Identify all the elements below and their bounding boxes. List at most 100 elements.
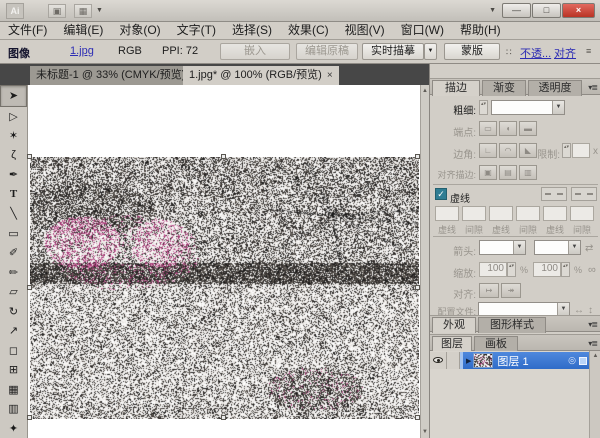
layer-selection-square[interactable]: [579, 357, 587, 365]
menu-file[interactable]: 文件(F): [0, 22, 55, 39]
tab-layers[interactable]: 图层: [432, 336, 472, 352]
magic-wand-tool-icon[interactable]: ✶: [0, 126, 27, 146]
menu-type[interactable]: 文字(T): [169, 22, 224, 39]
eyedropper-tool-icon[interactable]: ✦: [0, 419, 27, 438]
weight-spinner[interactable]: ▴▾: [479, 100, 488, 115]
cap-round-button: ◖: [499, 121, 517, 136]
shape-builder-tool-icon[interactable]: ⊞: [0, 360, 27, 380]
scale-tool-icon[interactable]: ↗: [0, 321, 27, 341]
mask-button[interactable]: 蒙版: [444, 43, 500, 60]
layer-row-selected[interactable]: ▶ 图层 1 ◎: [460, 352, 589, 369]
dashed-line-checkbox[interactable]: ✓: [435, 188, 447, 200]
scroll-down-icon[interactable]: ▼: [421, 427, 429, 437]
live-trace-dropdown-icon[interactable]: ▼: [424, 43, 437, 60]
selection-handle[interactable]: [221, 154, 226, 159]
align-link[interactable]: 对齐: [554, 45, 576, 61]
menu-window[interactable]: 窗口(W): [393, 22, 452, 39]
arrowhead-end-dropdown[interactable]: ▼: [534, 240, 581, 255]
visibility-cell[interactable]: [430, 352, 447, 369]
gap-field-3[interactable]: [570, 206, 594, 221]
selection-handle[interactable]: [27, 285, 32, 290]
rotate-tool-icon[interactable]: ↻: [0, 302, 27, 322]
tab-graphic-styles[interactable]: 图形样式: [478, 317, 546, 333]
eye-icon[interactable]: [433, 357, 443, 363]
menu-edit[interactable]: 编辑(E): [55, 22, 111, 39]
doc-tab-1jpg[interactable]: 1.jpg* @ 100% (RGB/预览)×: [183, 66, 339, 85]
minimize-button[interactable]: —: [502, 3, 531, 18]
type-tool-icon[interactable]: T: [0, 185, 27, 205]
pencil-tool-icon[interactable]: ✏: [0, 263, 27, 283]
menu-select[interactable]: 选择(S): [224, 22, 280, 39]
rectangle-tool-icon[interactable]: ▭: [0, 224, 27, 244]
paintbrush-tool-icon[interactable]: ✐: [0, 243, 27, 263]
bridge-icon[interactable]: ▣: [48, 4, 66, 18]
dash-field-2[interactable]: [489, 206, 513, 221]
scroll-up-icon[interactable]: ▲: [421, 86, 429, 96]
color-mode-label: RGB: [118, 45, 142, 57]
lasso-tool-icon[interactable]: ζ: [0, 146, 27, 166]
canvas-vertical-scrollbar[interactable]: ▲ ▼: [420, 85, 429, 438]
file-name-link[interactable]: 1.jpg: [70, 45, 94, 57]
arrowhead-start-dropdown-icon[interactable]: ▼: [513, 241, 525, 254]
selection-handle[interactable]: [221, 415, 226, 420]
line-tool-icon[interactable]: ╲: [0, 204, 27, 224]
gap-field-1[interactable]: [462, 206, 486, 221]
menu-object[interactable]: 对象(O): [111, 22, 168, 39]
arrowheads-label: 箭头:: [430, 243, 476, 258]
mesh-tool-icon[interactable]: ▦: [0, 380, 27, 400]
free-transform-tool-icon[interactable]: ◻: [0, 341, 27, 361]
selection-handle[interactable]: [27, 415, 32, 420]
control-panel-menu-icon[interactable]: ≡: [586, 46, 591, 56]
tab-gradient[interactable]: 渐变: [482, 80, 526, 96]
panel-menu-icon[interactable]: ▾≣: [588, 320, 597, 329]
menu-view[interactable]: 视图(V): [337, 22, 393, 39]
panel-menu-icon[interactable]: ▾≣: [588, 339, 597, 348]
restore-button[interactable]: □: [532, 3, 561, 18]
arrowhead-start-dropdown[interactable]: ▼: [479, 240, 526, 255]
dash-preserve-button: [541, 187, 567, 201]
doc-tab-untitled[interactable]: 未标题-1 @ 33% (CMYK/预览)×: [30, 66, 203, 85]
arrange-documents-chevron-icon[interactable]: ▼: [96, 7, 103, 14]
dash-field-1[interactable]: [435, 206, 459, 221]
tab-stroke[interactable]: 描边: [432, 80, 480, 96]
layers-scroll-up-icon[interactable]: ▲: [590, 353, 600, 359]
tab-appearance[interactable]: 外观: [432, 317, 476, 333]
menu-help[interactable]: 帮助(H): [452, 22, 509, 39]
arrowhead-end-dropdown-icon[interactable]: ▼: [568, 241, 580, 254]
pen-tool-icon[interactable]: ✒: [0, 165, 27, 185]
layer-target-icon[interactable]: ◎: [568, 355, 576, 366]
gradient-tool-icon[interactable]: ▥: [0, 399, 27, 419]
tools-panel: ➤ ▷ ✶ ζ ✒ T ╲ ▭ ✐ ✏ ▱ ↻ ↗ ◻ ⊞ ▦ ▥ ✦: [0, 85, 28, 438]
percent-sign: %: [574, 265, 582, 275]
tab-artboards[interactable]: 画板: [474, 336, 518, 352]
layer-name[interactable]: 图层 1: [497, 353, 568, 369]
arrow-scale-start-field[interactable]: 100: [479, 262, 507, 277]
opacity-link[interactable]: 不透...: [520, 45, 551, 61]
app-bar-chevron-icon[interactable]: ▼: [489, 7, 496, 14]
panel-menu-icon[interactable]: ▾≣: [588, 83, 597, 92]
weight-dropdown-icon[interactable]: ▼: [552, 101, 564, 114]
arrow-align-end-button: ↠: [501, 283, 521, 298]
arrange-documents-icon[interactable]: ▦: [74, 4, 92, 18]
traced-image-canvas[interactable]: [30, 157, 419, 419]
menu-effect[interactable]: 效果(C): [280, 22, 337, 39]
weight-dropdown[interactable]: ▼: [491, 100, 565, 115]
tab-transparency[interactable]: 透明度: [528, 80, 582, 96]
doc-tab-1jpg-close-icon[interactable]: ×: [327, 70, 333, 81]
layer-expand-icon[interactable]: ▶: [466, 357, 471, 365]
selection-tool-icon[interactable]: ➤: [0, 85, 27, 107]
gap-field-2[interactable]: [516, 206, 540, 221]
lock-cell[interactable]: [447, 352, 460, 369]
swap-arrowheads-icon[interactable]: ⇄: [585, 243, 599, 254]
layer-row[interactable]: ▶ 图层 1 ◎: [430, 352, 589, 369]
close-button[interactable]: ×: [562, 3, 595, 18]
layers-scrollbar[interactable]: ▲: [589, 351, 600, 438]
direct-selection-tool-icon[interactable]: ▷: [0, 107, 27, 127]
arrow-scale-end-field[interactable]: 100: [533, 262, 561, 277]
dash-field-3[interactable]: [543, 206, 567, 221]
arrow-scale-end-spinner: ▴▾: [561, 262, 570, 277]
live-trace-button[interactable]: 实时描摹: [362, 43, 424, 60]
layer-thumbnail[interactable]: [473, 353, 493, 368]
eraser-tool-icon[interactable]: ▱: [0, 282, 27, 302]
selection-handle[interactable]: [27, 154, 32, 159]
